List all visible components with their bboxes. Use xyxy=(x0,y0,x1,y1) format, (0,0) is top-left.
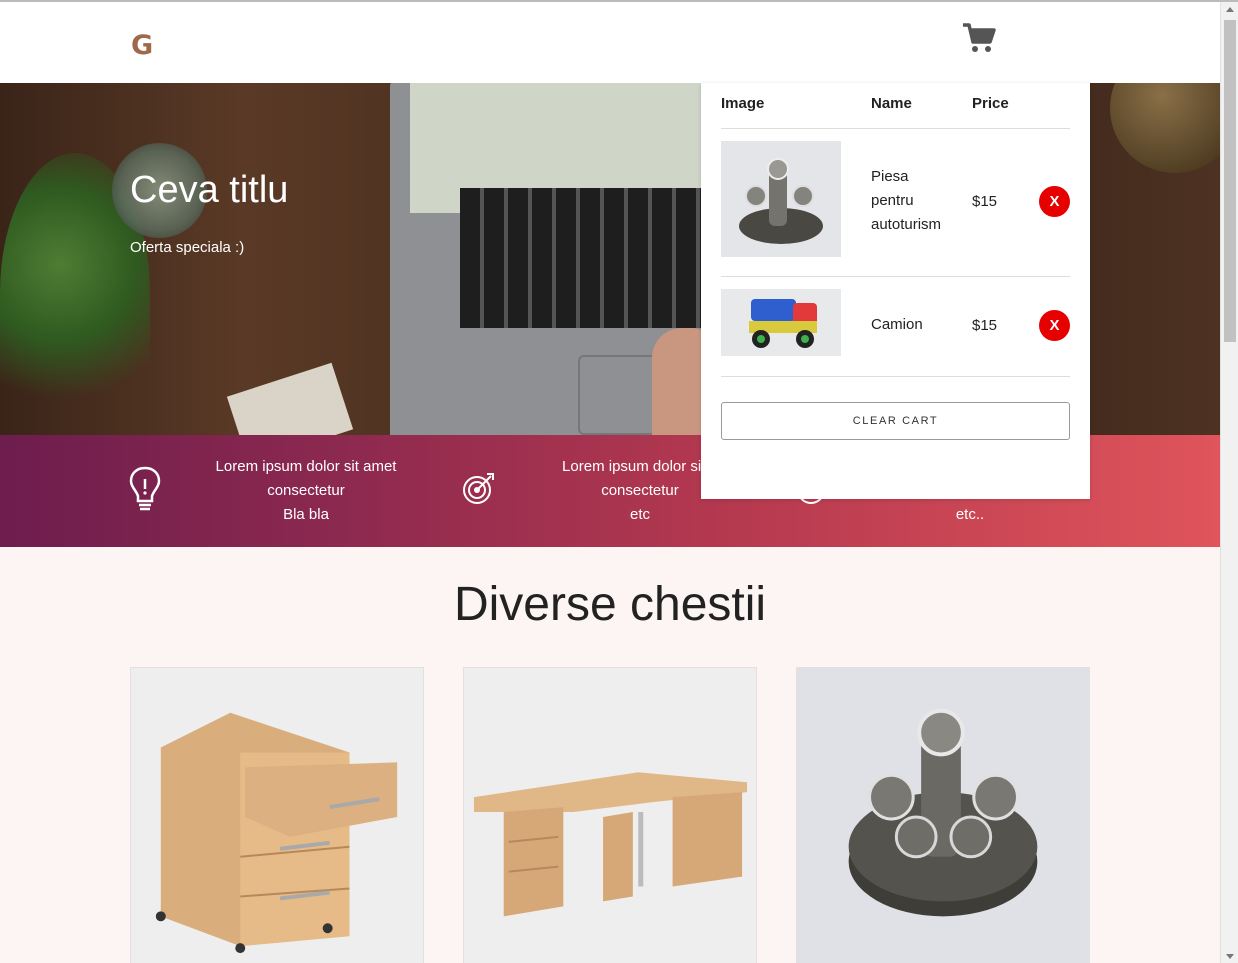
cart-item-name: Piesa pentru autoturism xyxy=(871,168,942,233)
toy-truck-image xyxy=(721,289,841,356)
scroll-up-arrow-icon[interactable] xyxy=(1226,7,1234,12)
vertical-scrollbar[interactable] xyxy=(1220,2,1238,963)
remove-item-button[interactable]: X xyxy=(1039,310,1070,341)
lightbulb-icon xyxy=(129,466,161,511)
page: G Ceva titlu Oferta speciala :) Lorem ip… xyxy=(0,2,1220,963)
section-title: Diverse chestii xyxy=(453,578,767,631)
browser-viewport: G Ceva titlu Oferta speciala :) Lorem ip… xyxy=(0,0,1238,963)
cart-dropdown: Image Name Price Piesa pentru autoturism… xyxy=(701,83,1090,499)
divider xyxy=(721,376,1070,377)
cart-header-name: Name xyxy=(871,95,912,112)
feature-line: Bla bla xyxy=(283,506,329,523)
divider xyxy=(721,128,1070,129)
product-card[interactable] xyxy=(796,667,1090,963)
scroll-down-arrow-icon[interactable] xyxy=(1226,954,1234,959)
cart-item-name: Camion xyxy=(871,316,923,333)
feature-item: Lorem ipsum dolor sit amet consectetur B… xyxy=(0,435,420,547)
feature-line: consectetur xyxy=(267,482,345,499)
corner-desk-image xyxy=(464,668,756,963)
hero-subtitle: Oferta speciala :) xyxy=(130,239,245,256)
cart-header-price: Price xyxy=(972,95,1009,112)
hero-title: Ceva titlu xyxy=(130,169,289,211)
shopping-cart-icon xyxy=(963,23,996,52)
cart-button[interactable] xyxy=(961,22,997,54)
product-card[interactable] xyxy=(463,667,757,963)
hero-keyboard-decoration xyxy=(460,188,710,328)
target-icon xyxy=(463,473,494,504)
cart-item-price: $15 xyxy=(972,317,998,334)
car-part-image xyxy=(797,668,1089,963)
feature-text: Lorem ipsum dolor sit amet consectetur B… xyxy=(186,455,426,527)
feature-line: etc.. xyxy=(955,506,985,523)
remove-item-button[interactable]: X xyxy=(1039,186,1070,217)
feature-line: Lorem ipsum dolor sit amet xyxy=(215,458,397,475)
site-header: G xyxy=(0,2,1220,83)
site-logo[interactable]: G xyxy=(131,30,153,61)
feature-line: etc xyxy=(629,506,650,523)
clear-cart-button[interactable]: CLEAR CART xyxy=(721,402,1070,440)
scrollbar-thumb[interactable] xyxy=(1224,20,1236,342)
hero-lamp-decoration xyxy=(1110,83,1220,173)
divider xyxy=(721,276,1070,277)
cart-item-price: $15 xyxy=(972,193,998,210)
product-card[interactable] xyxy=(130,667,424,963)
drawer-cabinet-image xyxy=(131,668,423,963)
cart-header-image: Image xyxy=(721,95,765,112)
hero-book-decoration xyxy=(226,362,354,435)
car-part-image xyxy=(721,141,841,257)
